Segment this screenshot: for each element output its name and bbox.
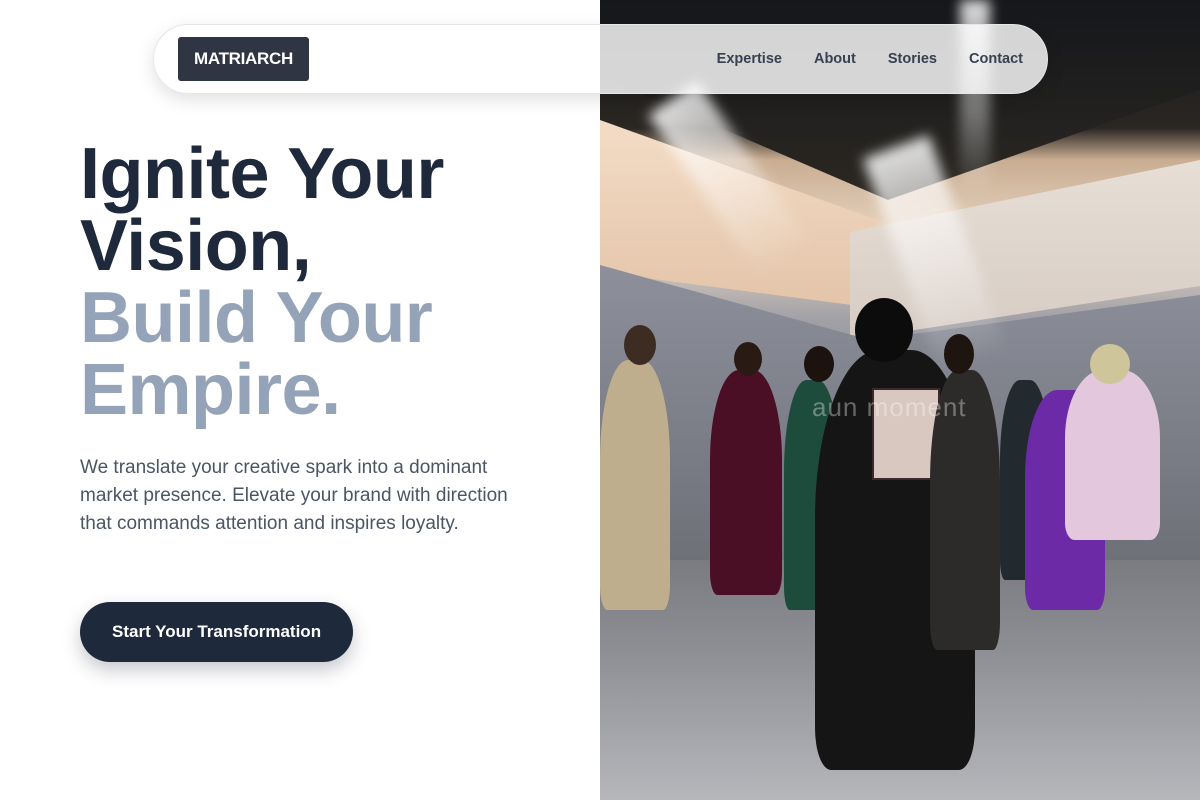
brand-logo[interactable]: MATRIARCH [178,37,309,81]
headline-line-1: Ignite Your [80,134,444,214]
model-figure [600,360,670,610]
nav-link-expertise[interactable]: Expertise [717,51,782,67]
nav-link-about[interactable]: About [814,51,856,67]
hero-photo: aun moment [600,0,1200,800]
headline-line-4: Empire. [80,350,341,430]
model-head [624,325,656,365]
headline-line-2: Vision, [80,206,312,286]
model-head [804,346,834,382]
nav-link-stories[interactable]: Stories [888,51,937,67]
model-head [855,298,913,362]
hero-section: Ignite Your Vision, Build Your Empire. W… [80,138,580,538]
model-head [1090,344,1130,384]
model-head [734,342,762,376]
nav-link-contact[interactable]: Contact [969,51,1023,67]
top-navigation: MATRIARCH Expertise About Stories Contac… [153,24,1048,94]
hero-headline: Ignite Your Vision, Build Your Empire. [80,138,580,426]
start-transformation-button[interactable]: Start Your Transformation [80,602,354,662]
photo-watermark: aun moment [812,392,967,422]
model-figure [1065,370,1160,540]
model-figure [710,370,782,595]
nav-links: Expertise About Stories Contact [717,51,1023,67]
hero-lead-text: We translate your creative spark into a … [80,457,508,534]
model-head [944,334,974,374]
headline-line-3: Build Your [80,278,433,358]
